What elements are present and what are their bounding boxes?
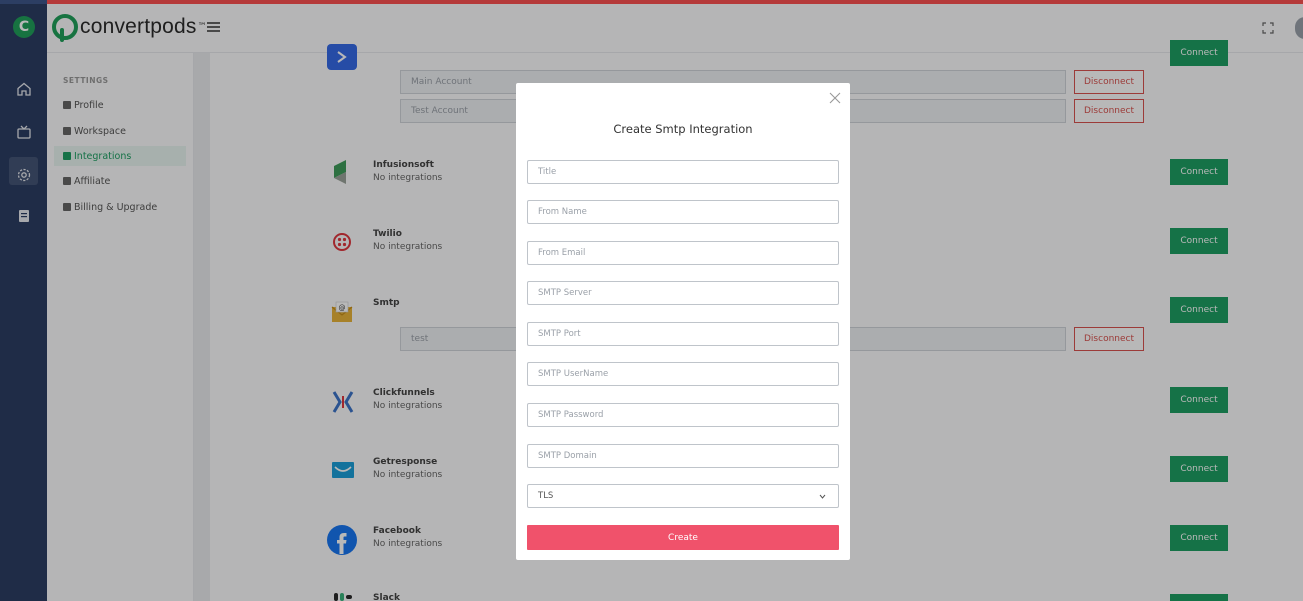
from-email-input[interactable] bbox=[527, 241, 839, 265]
create-smtp-modal: Create Smtp Integration TLS Create bbox=[516, 83, 850, 560]
smtp-password-input[interactable] bbox=[527, 403, 839, 427]
modal-title: Create Smtp Integration bbox=[613, 122, 753, 136]
smtp-port-input[interactable] bbox=[527, 322, 839, 346]
close-icon[interactable] bbox=[829, 92, 841, 104]
encryption-select[interactable]: TLS bbox=[527, 484, 839, 508]
smtp-server-input[interactable] bbox=[527, 281, 839, 305]
smtp-domain-input[interactable] bbox=[527, 444, 839, 468]
create-button[interactable]: Create bbox=[527, 525, 839, 550]
encryption-select-value: TLS bbox=[538, 491, 554, 501]
title-input[interactable] bbox=[527, 160, 839, 184]
smtp-username-input[interactable] bbox=[527, 362, 839, 386]
chevron-down-icon bbox=[819, 494, 826, 499]
from-name-input[interactable] bbox=[527, 200, 839, 224]
